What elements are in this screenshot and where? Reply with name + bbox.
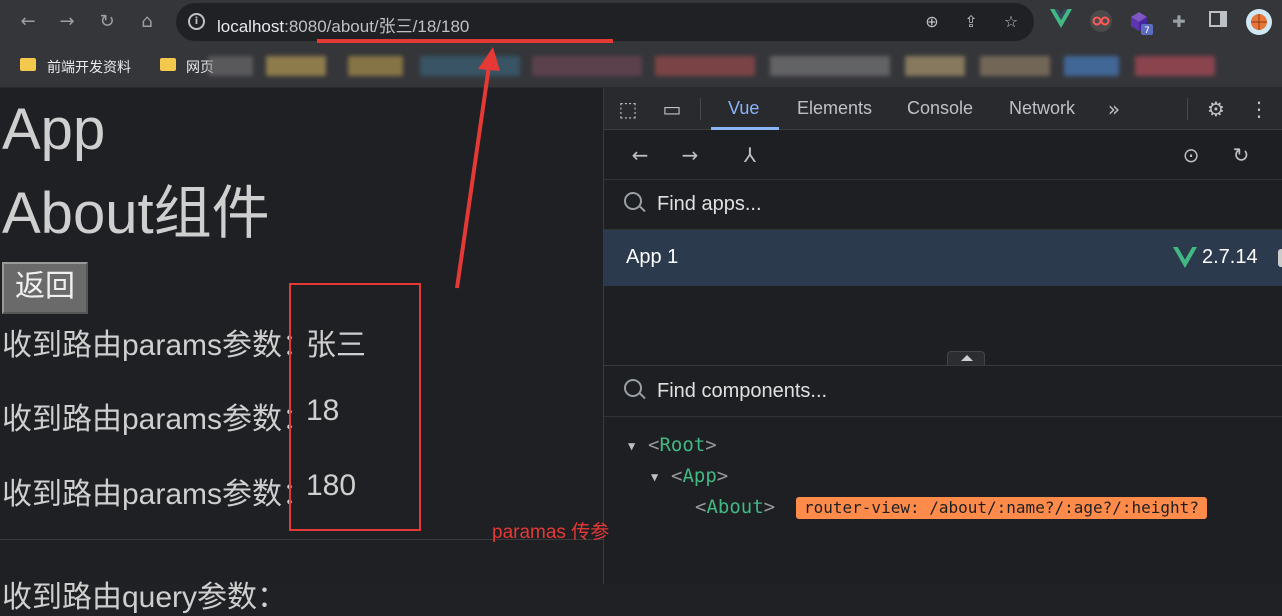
bookmarks-bar: 前端开发资料 网页 [0,44,1282,88]
tab-console[interactable]: Console [907,98,973,119]
reload-icon[interactable]: ↻ [96,11,118,33]
split-pane-handle[interactable] [947,351,985,365]
param-label: 收到路由params参数： [2,403,313,436]
annotation-url-underline [317,39,613,43]
expand-arrow-icon[interactable]: ▼ [628,439,635,453]
blurred-bookmark[interactable] [1064,56,1119,76]
home-icon[interactable]: ⌂ [136,11,158,33]
app-heading: App [2,97,106,162]
annotation-params-box [289,283,421,531]
bookmark-folder-icon [20,58,36,71]
settings-gear-icon[interactable]: ⚙ [1204,97,1228,121]
profile-avatar[interactable] [1246,9,1272,35]
vue-devtools-extension-icon[interactable] [1048,9,1074,35]
site-info-icon[interactable]: i [188,13,205,30]
back-button[interactable]: 返回 [2,262,88,314]
zoom-icon[interactable]: ⊕ [922,12,942,32]
devtools-panel: ⬚ ▭ Vue Elements Console Network » ⚙ ⋮ ←… [603,88,1282,584]
browser-toolbar: ← → ↻ ⌂ i localhost:8080/about/张三/18/180… [0,0,1282,44]
blurred-bookmark[interactable] [208,56,253,76]
blurred-bookmark[interactable] [348,56,403,76]
history-forward-icon[interactable]: → [678,143,702,167]
tab-vue[interactable]: Vue [728,98,759,119]
cube-extension-icon[interactable]: 7 [1127,9,1153,36]
app-name: App 1 [626,246,679,268]
device-toolbar-icon[interactable]: ▭ [660,97,684,121]
tree-node-root[interactable]: ▼ <Root> [628,434,717,456]
extensions-puzzle-icon[interactable]: ✚ [1166,9,1192,35]
extension-badge: 7 [1144,26,1150,35]
separator [1187,98,1188,120]
app-settings-icon[interactable] [1278,249,1282,267]
find-components[interactable]: Find components... [604,367,1282,417]
param-label: 收到路由params参数： [2,478,313,511]
find-apps-input[interactable]: Find apps... [657,193,762,216]
back-icon[interactable]: ← [17,11,39,33]
url-host: localhost [217,17,285,36]
bookmark-item[interactable]: 前端开发资料 [47,57,131,77]
share-icon[interactable]: ⇪ [961,12,981,32]
blurred-bookmark[interactable] [266,56,326,76]
router-view-badge: router-view: /about/:name?/:age?/:height… [796,497,1207,519]
find-components-input[interactable]: Find components... [657,380,827,403]
address-bar[interactable]: i localhost:8080/about/张三/18/180 ⊕ ⇪ ☆ [176,3,1034,41]
tab-network[interactable]: Network [1009,98,1075,119]
more-tabs-icon[interactable]: » [1102,97,1126,121]
search-icon [624,192,642,210]
side-panel-icon[interactable] [1205,9,1231,35]
find-apps[interactable]: Find apps... [604,180,1282,230]
about-heading: About组件 [2,181,270,246]
blurred-bookmark[interactable] [532,56,642,76]
vue-logo-icon [1173,247,1197,268]
refresh-icon[interactable]: ↻ [1229,143,1253,167]
glasses-extension-icon[interactable] [1088,9,1114,35]
tab-elements[interactable]: Elements [797,98,872,119]
inspect-element-icon[interactable]: ⬚ [616,97,640,121]
bookmark-folder-icon [160,58,176,71]
query-label-partial: 收到路由query参数： [2,581,288,614]
select-component-icon[interactable]: ⊙ [1179,143,1203,167]
component-tree-icon[interactable]: ⅄ [738,143,762,167]
vue-version: 2.7.14 [1202,246,1258,268]
tree-node-about[interactable]: <About> [695,496,775,518]
blurred-bookmark[interactable] [1135,56,1215,76]
url-text[interactable]: localhost:8080/about/张三/18/180 [217,12,469,37]
blurred-bookmark[interactable] [905,56,965,76]
about-tag-name: About [706,496,764,518]
blurred-bookmark[interactable] [655,56,755,76]
blurred-bookmark[interactable] [980,56,1050,76]
root-tag-name: Root [659,434,706,456]
annotation-label: paramas 传参 [492,522,610,543]
bookmark-star-icon[interactable]: ☆ [1001,12,1021,32]
vue-toolbar: ← → ⅄ ⊙ ↻ [604,130,1282,180]
param-label: 收到路由params参数： [2,329,313,362]
split-divider [604,365,1282,366]
expand-arrow-icon[interactable]: ▼ [651,470,658,484]
url-path: :8080/about/张三/18/180 [284,17,470,36]
devtools-tab-bar: ⬚ ▭ Vue Elements Console Network » ⚙ ⋮ [604,88,1282,130]
history-back-icon[interactable]: ← [628,143,652,167]
more-options-icon[interactable]: ⋮ [1247,97,1271,121]
forward-icon[interactable]: → [56,11,78,33]
app-tag-name: App [682,465,717,487]
separator [700,98,701,120]
tree-node-app[interactable]: ▼ <App> [651,465,728,487]
blurred-bookmark[interactable] [770,56,890,76]
blurred-bookmark[interactable] [420,56,520,76]
app-list-item[interactable]: App 1 2.7.14 [604,230,1282,286]
search-icon [624,379,642,397]
